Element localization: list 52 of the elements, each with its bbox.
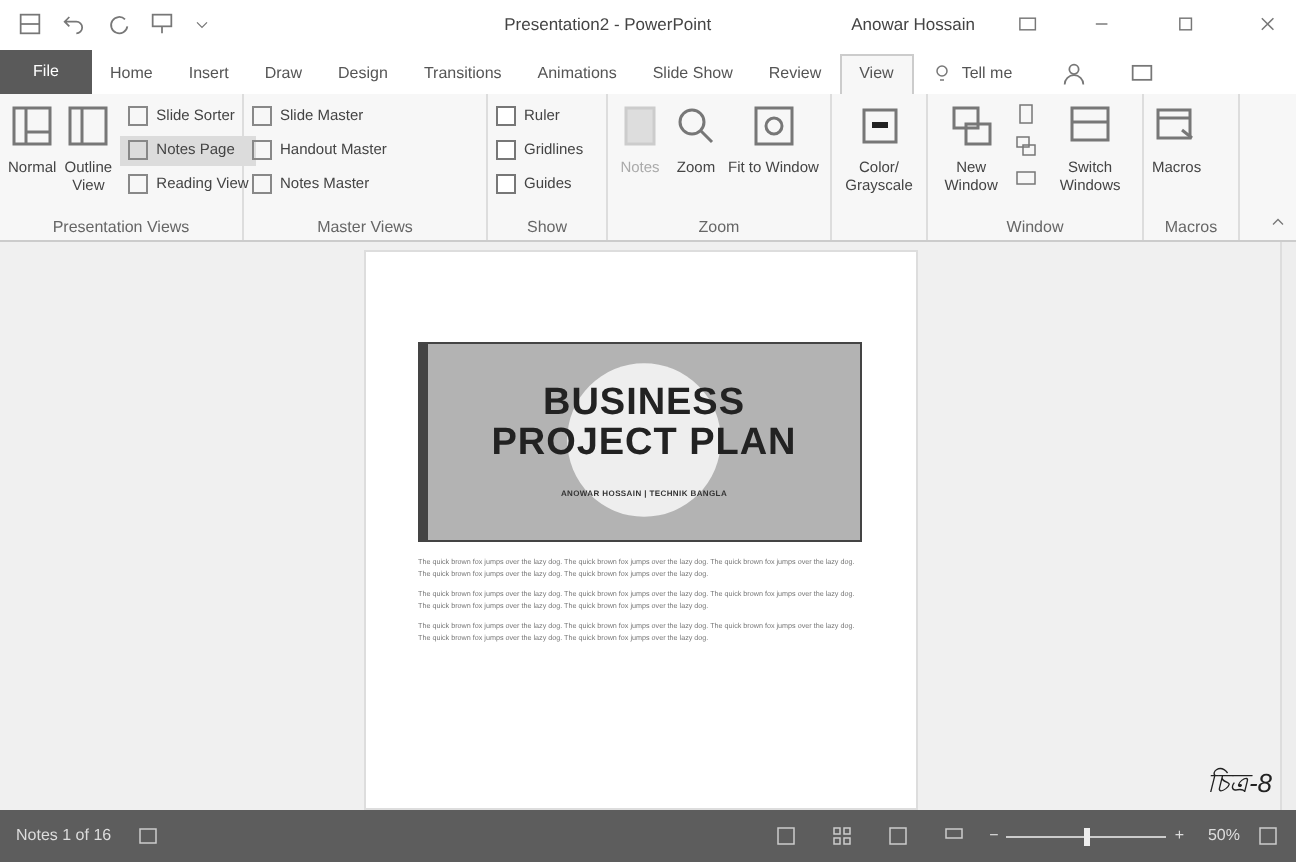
ribbon-tab[interactable]: Slide Show — [634, 53, 751, 94]
cascade-icon[interactable] — [1014, 133, 1039, 158]
group-label: Master Views — [315, 216, 415, 241]
person-icon[interactable] — [1060, 59, 1089, 88]
ribbon-tab[interactable]: Design — [320, 53, 406, 94]
arrange-icon[interactable] — [1014, 101, 1039, 126]
presentation-icon[interactable] — [148, 10, 176, 39]
ribbon-tab[interactable]: Transitions — [405, 53, 520, 94]
zoom-out-button[interactable]: − — [989, 824, 999, 849]
group-label: Macros — [1162, 216, 1220, 241]
view-icon — [128, 106, 149, 127]
spelling-icon[interactable] — [135, 824, 160, 849]
group-label: Zoom — [696, 216, 742, 241]
group-label: Presentation Views — [50, 216, 192, 241]
ribbon-tab[interactable]: Draw — [246, 53, 321, 94]
outline-view-icon — [64, 101, 113, 150]
normal-view-icon — [8, 101, 57, 150]
group-label: Show — [524, 216, 569, 241]
ribbon-tab[interactable]: Insert — [170, 53, 247, 94]
save-icon[interactable] — [16, 10, 44, 39]
zoom-percent[interactable]: 50% — [1207, 824, 1240, 849]
ribbon-tab[interactable]: Home — [92, 53, 171, 94]
view-icon — [128, 174, 149, 195]
ribbon-tab[interactable]: View — [839, 53, 914, 94]
group-label: Window — [1004, 216, 1066, 241]
windows-icon — [947, 101, 996, 150]
checkbox[interactable] — [496, 174, 516, 195]
notes-view-icon[interactable] — [773, 824, 798, 849]
ribbon-tab[interactable]: Animations — [519, 53, 635, 94]
figure-caption: চিত্র-8 — [1206, 765, 1272, 802]
fit-slide-icon[interactable] — [1256, 824, 1280, 849]
reading-view-icon[interactable] — [885, 824, 910, 849]
view-icon — [128, 140, 149, 161]
slide-title: PROJECT PLAN — [491, 424, 797, 465]
zoom-in-button[interactable]: + — [1174, 824, 1184, 849]
master-icon — [252, 106, 272, 127]
user-name[interactable]: Anowar Hossain — [851, 11, 975, 38]
page-indicator: Notes 1 of 16 — [16, 824, 112, 849]
file-tab[interactable]: File — [0, 49, 92, 94]
fit-window-icon — [749, 101, 798, 150]
split-icon[interactable] — [1014, 165, 1039, 190]
master-icon — [252, 140, 272, 161]
checkbox[interactable] — [496, 140, 516, 161]
slide-title: BUSINESS — [543, 384, 745, 425]
checkbox[interactable] — [496, 106, 516, 127]
window-title: Presentation2 - PowerPoint — [504, 11, 712, 38]
tell-me-field[interactable]: Tell me — [961, 61, 1013, 86]
master-icon — [252, 174, 272, 195]
ribbon-tab[interactable]: Review — [750, 53, 840, 94]
slide-sorter-icon[interactable] — [829, 824, 854, 849]
redo-icon[interactable] — [104, 10, 132, 39]
zoom-thumb[interactable] — [1084, 827, 1091, 846]
